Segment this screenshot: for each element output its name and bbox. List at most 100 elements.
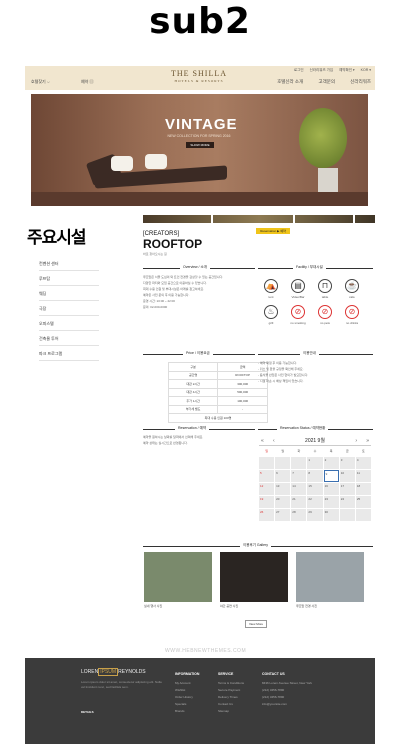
reservation-badge[interactable]: Reservation ▶ 예약 bbox=[256, 228, 290, 234]
nav-item-inquiry[interactable]: 고객문의 bbox=[318, 79, 335, 84]
venue-photo-strip bbox=[143, 215, 375, 223]
calendar-day[interactable]: 28 bbox=[291, 509, 307, 521]
venue-subtitle: 바로 찾아오시는 길 bbox=[143, 252, 167, 256]
nav-item-rewards[interactable]: 신라리워즈 bbox=[350, 79, 371, 84]
calendar-day bbox=[275, 457, 291, 469]
prev-month-icon[interactable]: ‹ bbox=[273, 436, 275, 446]
gallery-photo[interactable] bbox=[144, 552, 212, 602]
calendar-day[interactable]: 18 bbox=[355, 483, 371, 495]
reservation-check-link[interactable]: 예약확인 ▾ bbox=[339, 68, 355, 72]
join-link[interactable]: 신라리워즈 가입 bbox=[310, 68, 334, 72]
calendar-day[interactable]: 9 bbox=[323, 470, 339, 482]
sidebar-item-convention[interactable]: 컨벤션 센터 bbox=[39, 256, 99, 271]
footer-details-link[interactable]: DETAILS bbox=[81, 710, 166, 715]
calendar-day[interactable]: 20 bbox=[275, 496, 291, 508]
facility-heading: Facility / 부대시설 bbox=[293, 265, 326, 270]
calendar-day[interactable]: 12 bbox=[259, 483, 275, 495]
calendar-day[interactable]: 22 bbox=[307, 496, 323, 508]
calendar-header: « ‹ 2021 9월 › » bbox=[259, 436, 371, 446]
hero-plant-image bbox=[299, 108, 347, 168]
utility-nav: 로그인 신라리워즈 가입 예약확인 ▾ KOR ▾ bbox=[289, 68, 371, 73]
footer-link[interactable]: Order History bbox=[175, 694, 199, 701]
grill-icon: ♨ bbox=[264, 305, 278, 319]
sidebar-item-architecture-tour[interactable]: 건축물 투어 bbox=[39, 331, 99, 346]
language-select[interactable]: KOR ▾ bbox=[361, 68, 371, 72]
sidebar-item-park-program[interactable]: 파크 프로그램 bbox=[39, 346, 99, 361]
main-nav: 호텔신라 소개 고객문의 신라리워즈 bbox=[263, 79, 371, 85]
no-smoking-icon: ⊘ bbox=[291, 305, 305, 319]
calendar-day[interactable]: 5 bbox=[259, 470, 275, 482]
footer-link[interactable]: Terms & Conditions bbox=[218, 680, 244, 687]
calendar-day[interactable]: 30 bbox=[323, 509, 339, 521]
calendar-day[interactable]: 24 bbox=[339, 496, 355, 508]
calendar-day[interactable]: 16 bbox=[323, 483, 339, 495]
calendar-day[interactable]: 10 bbox=[339, 470, 355, 482]
calendar-day[interactable]: 3 bbox=[339, 457, 355, 469]
page-label: sub2 bbox=[149, 1, 251, 42]
next-month-icon[interactable]: › bbox=[355, 436, 357, 446]
hero-show-more-button[interactable]: SHOW MORE bbox=[186, 142, 214, 148]
hotel-search-link[interactable]: 호텔찾기 ⌵ bbox=[31, 79, 50, 85]
gallery-photo[interactable] bbox=[296, 552, 364, 602]
calendar-day[interactable]: 15 bbox=[307, 483, 323, 495]
footer-link[interactable]: Brands bbox=[175, 708, 199, 715]
calendar-day[interactable]: 23 bbox=[323, 496, 339, 508]
calendar-day[interactable]: 6 bbox=[275, 470, 291, 482]
calendar-weekday: 일 bbox=[259, 448, 275, 456]
reservation-heading: Reservation / 예약 bbox=[175, 426, 210, 431]
gallery-item[interactable]: 실내 행사 사진 bbox=[144, 552, 212, 608]
sidebar-item-wedding[interactable]: 웨딩 bbox=[39, 286, 99, 301]
tent-icon: ⛺ bbox=[264, 279, 278, 293]
status-heading: Reservation Status / 예약현황 bbox=[277, 426, 329, 431]
gallery-item[interactable]: 야간 공연 사진 bbox=[220, 552, 288, 608]
footer-link[interactable]: Secure Payment bbox=[218, 687, 244, 694]
gallery-caption: 야간 공연 사진 bbox=[220, 604, 239, 608]
calendar-day[interactable]: 1 bbox=[307, 457, 323, 469]
calendar-day[interactable]: 7 bbox=[291, 470, 307, 482]
calendar-day[interactable]: 25 bbox=[355, 496, 371, 508]
gallery-photo[interactable] bbox=[220, 552, 288, 602]
calendar-day[interactable]: 19 bbox=[259, 496, 275, 508]
brand-logo[interactable]: THE SHILLA HOTELS & RESORTS bbox=[169, 69, 229, 83]
sidebar-item-rooftop[interactable]: 루프탑 bbox=[39, 271, 99, 286]
calendar-day[interactable]: 27 bbox=[275, 509, 291, 521]
gallery-caption: 루프탑 전경 사진 bbox=[296, 604, 317, 608]
calendar-day[interactable]: 21 bbox=[291, 496, 307, 508]
footer-logo: LOREN IPSUM REYNOLDS bbox=[81, 668, 146, 676]
table-row: 대관 2시간 300,000 bbox=[167, 379, 268, 389]
hero-banner: VINTAGE NEW COLLECTION FOR SPRING 2016 S… bbox=[31, 94, 368, 206]
reservation-text: 예약을 원하시는 날짜를 달력에서 선택해 주세요. 예약 상태는 실시간으로 … bbox=[143, 435, 204, 445]
hero-sofa-image bbox=[85, 152, 229, 190]
view-more-button[interactable]: View More bbox=[245, 620, 267, 628]
calendar-weekday: 화 bbox=[291, 448, 307, 456]
calendar-day[interactable]: 2 bbox=[323, 457, 339, 469]
nav-item-about[interactable]: 호텔신라 소개 bbox=[277, 79, 303, 84]
next-year-icon[interactable]: » bbox=[366, 436, 369, 446]
calendar-day[interactable]: 8 bbox=[307, 470, 323, 482]
footer-link[interactable]: Sitemap bbox=[218, 708, 244, 715]
sidebar-item-theater[interactable]: 극장 bbox=[39, 301, 99, 316]
footer-email[interactable]: info@yoursite.com bbox=[262, 701, 332, 708]
prev-year-icon[interactable]: « bbox=[261, 436, 264, 446]
calendar-day[interactable]: 29 bbox=[307, 509, 323, 521]
calendar-day[interactable]: 26 bbox=[259, 509, 275, 521]
calendar-day[interactable]: 14 bbox=[291, 483, 307, 495]
login-link[interactable]: 로그인 bbox=[294, 68, 304, 72]
table-row: 추가 1시간 100,000 bbox=[167, 396, 268, 406]
calendar-day[interactable]: 13 bbox=[275, 483, 291, 495]
site-screenshot: 호텔찾기 ⌵ 예약 ▤ THE SHILLA HOTELS & RESORTS … bbox=[25, 66, 375, 744]
footer-link[interactable]: Wishlist bbox=[175, 687, 199, 694]
calendar-day[interactable]: 17 bbox=[339, 483, 355, 495]
sidebar-item-officetel[interactable]: 오피스텔 bbox=[39, 316, 99, 331]
footer-link[interactable]: Delivery Times bbox=[218, 694, 244, 701]
picnic-table-icon: ⊓ bbox=[318, 279, 332, 293]
gallery-heading: 이용후기 Gallery bbox=[240, 543, 271, 548]
calendar-day[interactable]: 4 bbox=[355, 457, 371, 469]
footer-link[interactable]: My Account bbox=[175, 680, 199, 687]
reservation-link[interactable]: 예약 ▤ bbox=[81, 79, 93, 85]
calendar-day bbox=[355, 509, 371, 521]
footer-link[interactable]: Specials bbox=[175, 701, 199, 708]
footer-link[interactable]: Contact Us bbox=[218, 701, 244, 708]
gallery-item[interactable]: 루프탑 전경 사진 bbox=[296, 552, 364, 608]
calendar-day[interactable]: 11 bbox=[355, 470, 371, 482]
